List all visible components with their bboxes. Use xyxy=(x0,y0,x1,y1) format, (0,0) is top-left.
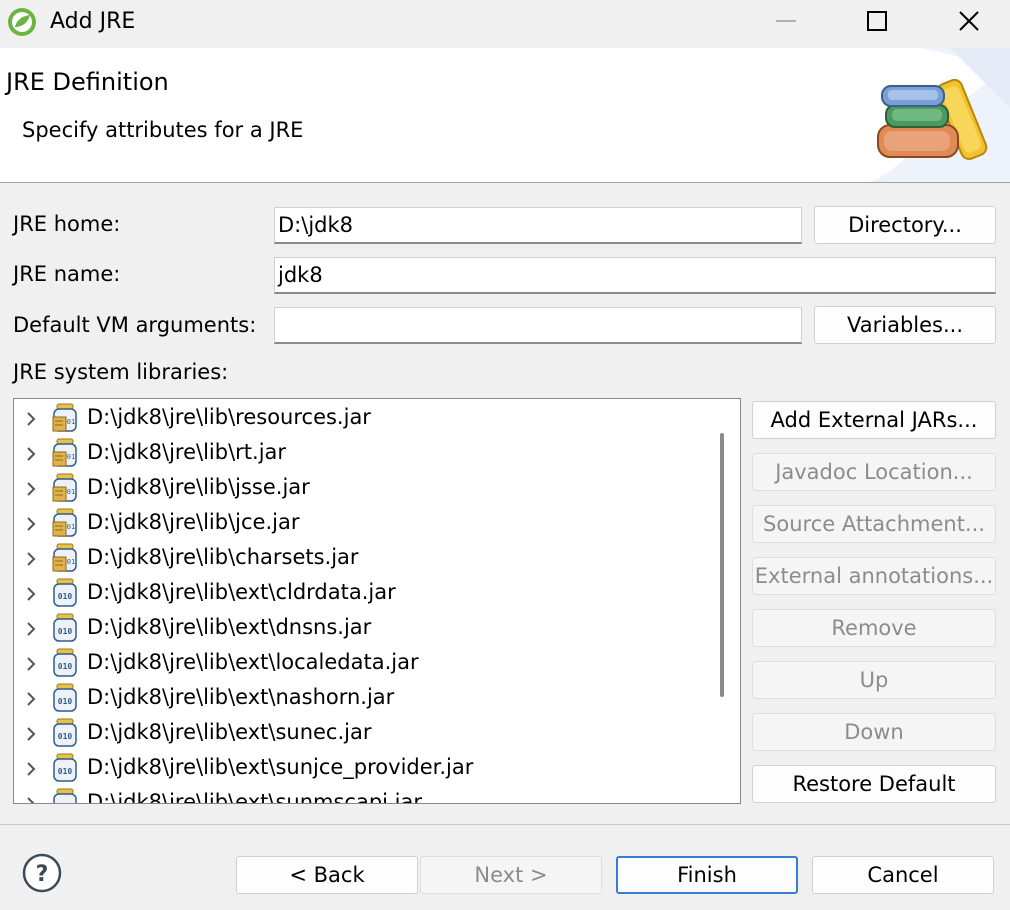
chevron-right-icon[interactable] xyxy=(24,726,38,742)
chevron-right-icon[interactable] xyxy=(24,516,38,532)
add-external-jars-button[interactable]: Add External JARs... xyxy=(752,401,996,439)
svg-text:01: 01 xyxy=(67,558,75,566)
jar-lib-icon: 01 xyxy=(52,473,77,502)
library-row[interactable]: 010 D:\jdk8\jre\lib\ext\localedata.jar xyxy=(14,646,714,681)
close-icon xyxy=(959,11,979,31)
svg-text:010: 010 xyxy=(58,592,73,601)
chevron-right-icon[interactable] xyxy=(24,411,38,427)
jar-lib-icon: 01 xyxy=(52,403,77,432)
svg-text:010: 010 xyxy=(58,662,73,671)
library-row[interactable]: 01 D:\jdk8\jre\lib\rt.jar xyxy=(14,436,714,471)
svg-text:?: ? xyxy=(36,862,49,887)
jar-lib-icon: 01 xyxy=(52,508,77,537)
library-row[interactable]: 01 D:\jdk8\jre\lib\resources.jar xyxy=(14,401,714,436)
vm-arguments-label: Default VM arguments: xyxy=(13,313,257,337)
library-path: D:\jdk8\jre\lib\ext\sunjce_provider.jar xyxy=(87,755,474,779)
window-title: Add JRE xyxy=(50,9,136,34)
jar-binary-icon: 010 xyxy=(53,788,77,804)
svg-text:010: 010 xyxy=(58,802,73,804)
footer-separator xyxy=(0,824,1010,825)
spring-logo-icon xyxy=(8,8,36,36)
svg-text:01: 01 xyxy=(67,418,75,426)
library-path: D:\jdk8\jre\lib\jsse.jar xyxy=(87,475,310,499)
chevron-right-icon[interactable] xyxy=(24,551,38,567)
svg-text:01: 01 xyxy=(67,488,75,496)
library-path: D:\jdk8\jre\lib\ext\sunec.jar xyxy=(87,720,372,744)
back-button[interactable]: < Back xyxy=(236,856,418,894)
svg-text:01: 01 xyxy=(67,523,75,531)
javadoc-location-button[interactable]: Javadoc Location... xyxy=(752,453,996,491)
jre-name-label: JRE name: xyxy=(13,262,121,286)
directory-button[interactable]: Directory... xyxy=(814,206,996,244)
chevron-right-icon[interactable] xyxy=(24,656,38,672)
library-path: D:\jdk8\jre\lib\ext\dnsns.jar xyxy=(87,615,372,639)
svg-text:010: 010 xyxy=(58,732,73,741)
chevron-right-icon[interactable] xyxy=(24,796,38,804)
help-icon[interactable]: ? xyxy=(21,852,63,894)
jar-lib-icon: 01 xyxy=(52,438,77,467)
up-button[interactable]: Up xyxy=(752,661,996,699)
library-row[interactable]: 01 D:\jdk8\jre\lib\charsets.jar xyxy=(14,541,714,576)
chevron-right-icon[interactable] xyxy=(24,481,38,497)
chevron-right-icon[interactable] xyxy=(24,586,38,602)
svg-text:010: 010 xyxy=(58,627,73,636)
library-path: D:\jdk8\jre\lib\charsets.jar xyxy=(87,545,359,569)
maximize-button[interactable] xyxy=(832,0,924,46)
jar-binary-icon: 010 xyxy=(53,683,77,712)
library-path: D:\jdk8\jre\lib\ext\localedata.jar xyxy=(87,650,419,674)
library-row[interactable]: 010 D:\jdk8\jre\lib\ext\dnsns.jar xyxy=(14,611,714,646)
remove-button[interactable]: Remove xyxy=(752,609,996,647)
wizard-header: JRE Definition Specify attributes for a … xyxy=(0,48,1010,183)
svg-text:010: 010 xyxy=(58,697,73,706)
jre-home-label: JRE home: xyxy=(13,212,121,236)
library-row[interactable]: 01 D:\jdk8\jre\lib\jce.jar xyxy=(14,506,714,541)
next-button[interactable]: Next > xyxy=(420,856,602,894)
close-button[interactable] xyxy=(924,0,1010,46)
library-row[interactable]: 010 D:\jdk8\jre\lib\ext\nashorn.jar xyxy=(14,681,714,716)
library-path: D:\jdk8\jre\lib\ext\cldrdata.jar xyxy=(87,580,396,604)
library-path: D:\jdk8\jre\lib\ext\nashorn.jar xyxy=(87,685,395,709)
library-row[interactable]: 010 D:\jdk8\jre\lib\ext\sunmscapi.jar xyxy=(14,786,714,804)
svg-text:010: 010 xyxy=(58,767,73,776)
chevron-right-icon[interactable] xyxy=(24,691,38,707)
jar-binary-icon: 010 xyxy=(53,578,77,607)
system-libraries-label: JRE system libraries: xyxy=(13,360,229,384)
chevron-right-icon[interactable] xyxy=(24,621,38,637)
variables-button[interactable]: Variables... xyxy=(814,306,996,344)
source-attachment-button[interactable]: Source Attachment... xyxy=(752,505,996,543)
minimize-icon xyxy=(776,20,796,22)
jar-binary-icon: 010 xyxy=(53,613,77,642)
library-path: D:\jdk8\jre\lib\rt.jar xyxy=(87,440,287,464)
books-banner-icon xyxy=(871,48,1010,182)
tree-scrollbar[interactable] xyxy=(720,433,724,697)
vm-arguments-field[interactable] xyxy=(274,307,802,344)
down-button[interactable]: Down xyxy=(752,713,996,751)
chevron-right-icon[interactable] xyxy=(24,761,38,777)
finish-button[interactable]: Finish xyxy=(616,856,798,894)
external-annotations-button[interactable]: External annotations... xyxy=(752,557,996,595)
title-bar: Add JRE xyxy=(0,0,1010,46)
jar-binary-icon: 010 xyxy=(53,718,77,747)
library-row[interactable]: 010 D:\jdk8\jre\lib\ext\sunjce_provider.j… xyxy=(14,751,714,786)
library-path: D:\jdk8\jre\lib\jce.jar xyxy=(87,510,300,534)
jar-binary-icon: 010 xyxy=(53,648,77,677)
library-path: D:\jdk8\jre\lib\ext\sunmscapi.jar xyxy=(87,790,422,804)
jre-name-field[interactable]: jdk8 xyxy=(274,257,996,294)
maximize-icon xyxy=(867,11,887,31)
restore-default-button[interactable]: Restore Default xyxy=(752,765,996,803)
jre-home-field[interactable]: D:\jdk8 xyxy=(274,207,802,244)
system-libraries-tree[interactable]: 010 D:\jdk8\jre\lib\ext\sunmscapi.jar 010 D… xyxy=(13,398,741,804)
jar-lib-icon: 01 xyxy=(52,543,77,572)
library-path: D:\jdk8\jre\lib\resources.jar xyxy=(87,405,371,429)
page-description: Specify attributes for a JRE xyxy=(22,118,304,142)
chevron-right-icon[interactable] xyxy=(24,446,38,462)
page-title: JRE Definition xyxy=(6,68,169,96)
minimize-button[interactable] xyxy=(740,0,832,46)
library-row[interactable]: 010 D:\jdk8\jre\lib\ext\cldrdata.jar xyxy=(14,576,714,611)
jar-binary-icon: 010 xyxy=(53,753,77,782)
cancel-button[interactable]: Cancel xyxy=(812,856,994,894)
svg-text:01: 01 xyxy=(67,453,75,461)
library-row[interactable]: 010 D:\jdk8\jre\lib\ext\sunec.jar xyxy=(14,716,714,751)
library-row[interactable]: 01 D:\jdk8\jre\lib\jsse.jar xyxy=(14,471,714,506)
